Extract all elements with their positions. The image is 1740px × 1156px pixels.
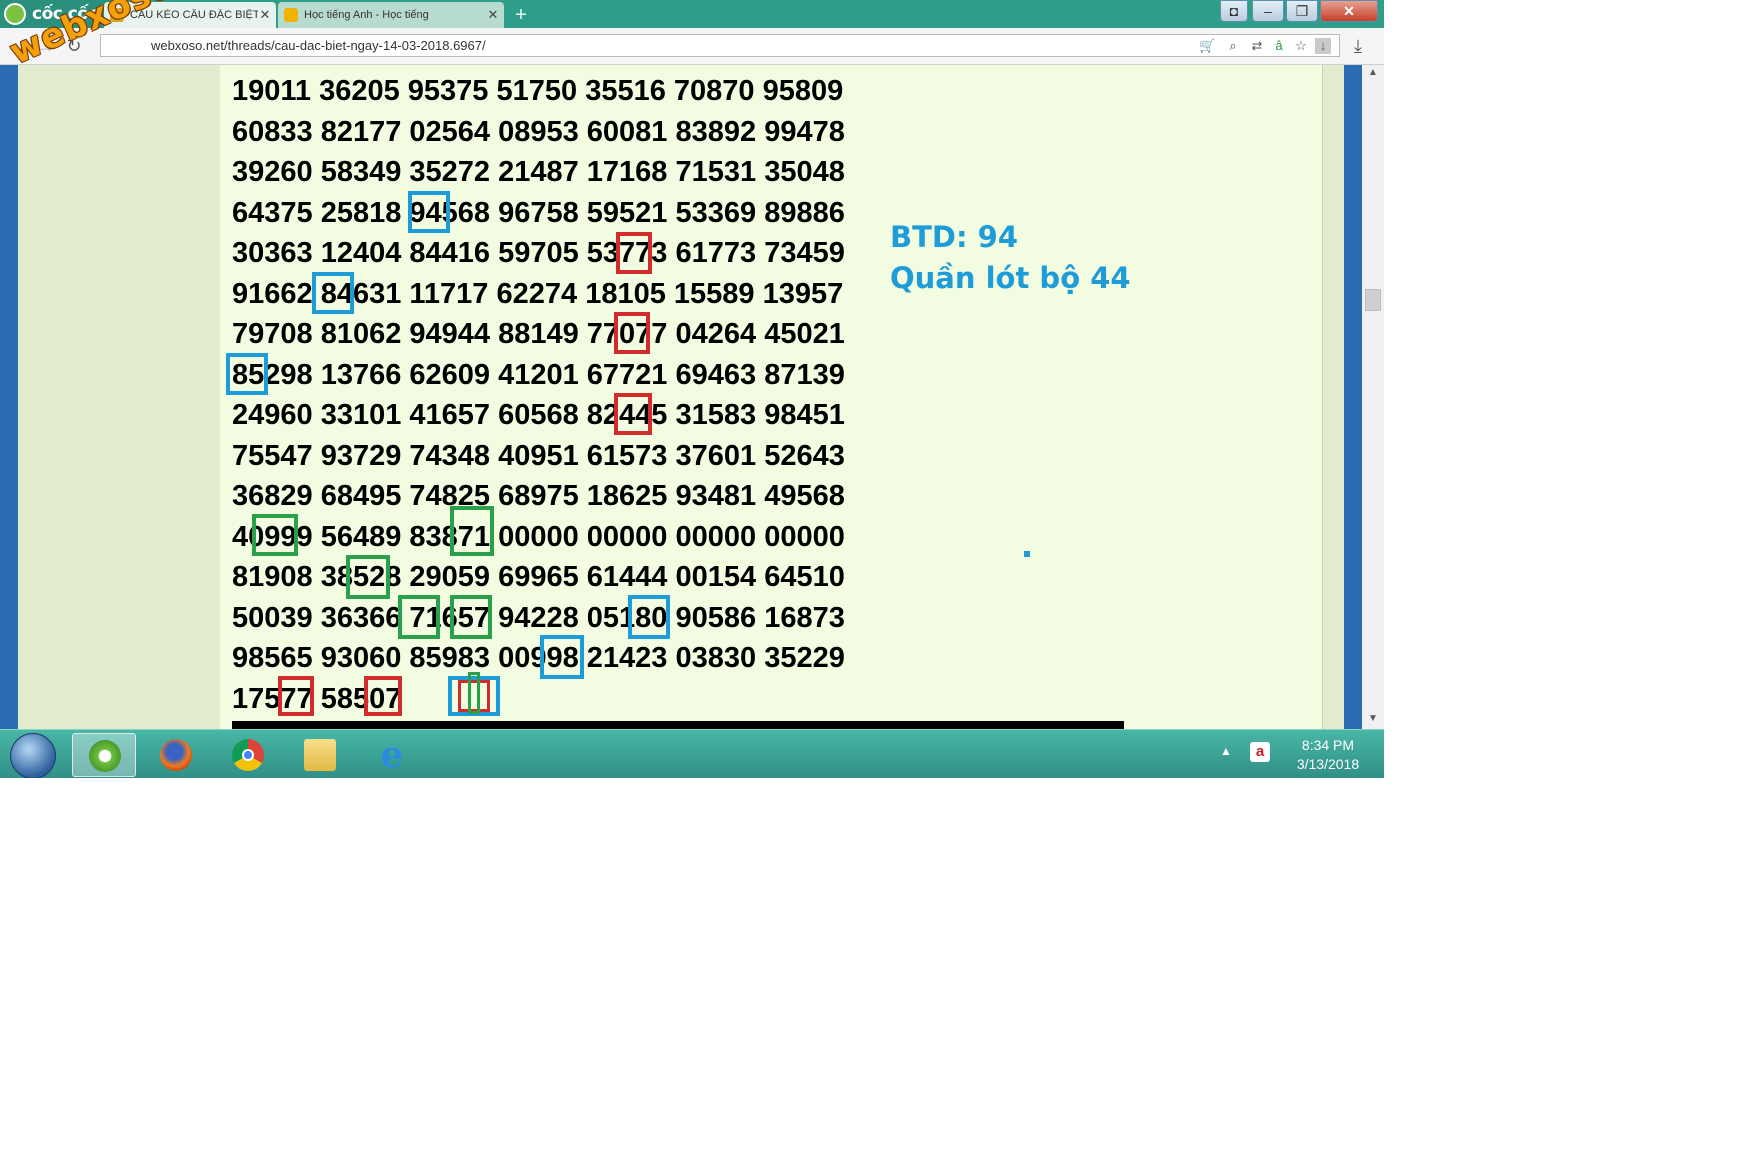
shopping-cart-icon[interactable]: 🛒 [1199,38,1215,54]
site-favicon-icon [284,8,298,22]
lottery-number-grid: 19011 36205 95375 51750 35516 70870 9580… [232,71,845,719]
highlight-box-red [364,676,402,716]
note-quan-lot: Quần lót bộ 44 [890,261,1131,295]
user-icon: ◘ [1229,3,1239,19]
translate-icon[interactable]: ⇄ [1249,38,1265,54]
start-button[interactable] [10,733,56,778]
restore-icon: ❐ [1295,3,1309,19]
highlight-box-blue [408,191,450,233]
system-clock[interactable]: 8:34 PM 3/13/2018 [1288,736,1368,774]
vietnamese-typing-icon[interactable]: â [1271,38,1287,54]
number-row: 39260 58349 35272 21487 17168 71531 3504… [232,156,845,188]
number-row: 98565 93060 85983 00998 21423 03830 3522… [232,642,845,674]
close-icon[interactable]: ✕ [486,7,500,23]
dark-strip [232,721,1124,729]
browser-toolbar: ← → ↻ webxoso.net/threads/cau-dac-biet-n… [0,28,1384,65]
address-bar[interactable]: webxoso.net/threads/cau-dac-biet-ngay-14… [100,34,1340,57]
prediction-note: BTD: 94 Quần lót bộ 44 [890,217,1131,299]
close-icon: ✕ [1343,3,1355,19]
number-row: 17577 58507 [232,682,402,715]
chrome-icon [232,739,264,771]
right-sidebar [1322,65,1345,729]
windows-taskbar: e ▲ a 8:34 PM 3/13/2018 [0,729,1384,778]
explorer-folder-icon [304,739,336,771]
tab-strip: cốc cốc CẦU KÈO CẦU ĐẶC BIỆT ✕ Học tiếng… [0,0,1384,28]
number-row: 75547 93729 74348 40951 61573 37601 5264… [232,439,845,472]
highlight-box-green [468,672,480,714]
firefox-icon [160,739,192,771]
left-frame [0,65,18,729]
show-hidden-icons-icon[interactable]: ▲ [1220,744,1232,758]
highlight-box-blue [226,353,268,395]
taskbar-chrome[interactable] [216,733,280,777]
coccoc-icon [89,740,121,772]
star-icon[interactable]: ☆ [1293,38,1309,54]
download-arrow-icon[interactable]: ↓ [1315,38,1331,54]
download-icon: ⤓ [1354,36,1362,56]
highlight-box-green [450,595,492,639]
highlight-box-green [450,506,494,556]
highlight-box-red [616,232,652,274]
scrollbar-thumb[interactable] [1365,289,1381,311]
number-row: 81908 38528 29059 69965 61444 00154 6451… [232,561,845,593]
highlight-box-red [278,676,314,716]
highlight-box-red [614,393,652,435]
number-row: 24960 33101 41657 60568 82445 31583 9845… [232,399,845,431]
clock-time: 8:34 PM [1301,737,1355,753]
highlight-box-blue [540,635,584,679]
number-row: 50039 36366 71657 94228 05180 90586 1687… [232,601,845,634]
taskbar-internet-explorer[interactable]: e [360,733,424,777]
highlight-box-green [346,555,390,599]
taskbar-explorer[interactable] [288,733,352,777]
url-text: webxoso.net/threads/cau-dac-biet-ngay-14… [151,38,486,53]
minimize-button[interactable]: – [1252,0,1284,22]
new-tab-button[interactable]: + [510,4,532,26]
page-content: ▲ ▼ 19011 36205 95375 51750 35516 70870 … [0,65,1384,729]
vertical-scrollbar[interactable]: ▲ ▼ [1362,65,1384,729]
taskbar-firefox[interactable] [144,733,208,777]
highlight-box-green [252,514,298,556]
note-btd: BTD: 94 [890,220,1019,254]
number-row: 36829 68495 74825 68975 18625 93481 4956… [232,480,845,512]
number-row: 19011 36205 95375 51750 35516 70870 9580… [232,75,844,107]
screen: cốc cốc CẦU KÈO CẦU ĐẶC BIỆT ✕ Học tiếng… [0,0,1384,778]
coccoc-logo-icon [4,3,26,25]
user-profile-button[interactable]: ◘ [1220,0,1248,22]
scroll-up-icon[interactable]: ▲ [1362,67,1384,78]
highlight-box-blue [312,272,354,314]
close-icon[interactable]: ✕ [258,7,272,23]
taskbar-coccoc[interactable] [72,733,136,777]
clock-date: 3/13/2018 [1296,756,1360,772]
maximize-button[interactable]: ❐ [1286,0,1318,22]
minimize-icon: – [1264,3,1272,19]
number-row: 79708 81062 94944 88149 77077 04264 4502… [232,318,845,350]
tray-app-icon[interactable]: a [1250,742,1270,762]
downloads-button[interactable]: ⤓ [1346,34,1370,58]
highlight-box-green [398,595,440,639]
stray-dot [1024,551,1030,557]
tab-hoc-tieng-anh[interactable]: Học tiếng Anh - Học tiếng ✕ [278,2,504,28]
scroll-down-icon[interactable]: ▼ [1362,713,1384,724]
number-row: 64375 25818 94568 96758 59521 53369 8988… [232,196,845,229]
number-row: 30363 12404 84416 59705 53773 61773 7345… [232,237,845,269]
number-row: 40999 56489 83871 00000 00000 00000 0000… [232,520,845,553]
tab-label: Học tiếng Anh - Học tiếng [304,9,429,21]
number-row: 85298 13766 62609 41201 67721 69463 8713… [232,358,845,391]
number-row: 60833 82177 02564 08953 60081 83892 9947… [232,115,845,148]
left-sidebar [18,65,221,729]
zoom-icon[interactable]: ⌕ [1225,38,1241,54]
highlight-box-blue [628,595,670,639]
highlight-box-red [614,312,650,354]
internet-explorer-icon: e [380,734,404,776]
window-close-button[interactable]: ✕ [1320,0,1378,22]
right-frame [1344,65,1362,729]
